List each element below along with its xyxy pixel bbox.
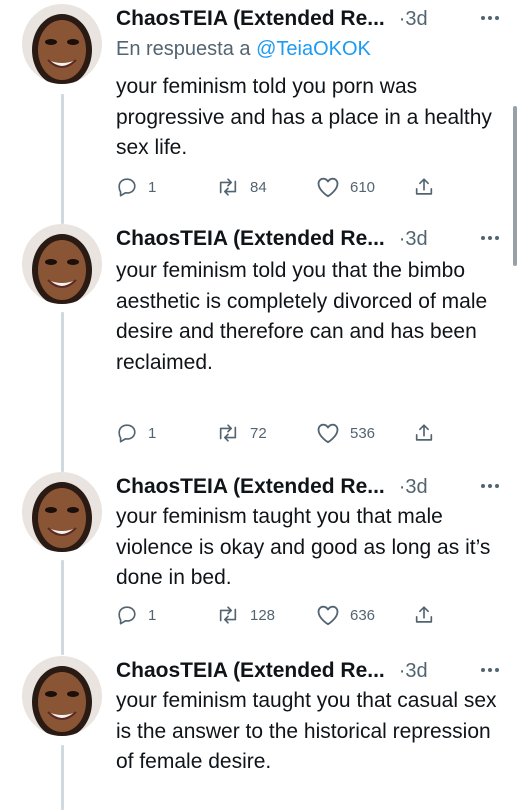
reply-context: En respuesta a @TeiaOKOK [116, 38, 371, 61]
tweet[interactable]: ChaosTEIA (Extended Re... ·3d your femin… [0, 472, 521, 656]
like-icon [316, 176, 340, 198]
tweet-thread: ChaosTEIA (Extended Re... ·3d En respues… [0, 0, 521, 810]
retweet-icon [216, 604, 240, 626]
display-name[interactable]: ChaosTEIA (Extended Re... [116, 659, 385, 683]
avatar[interactable] [22, 656, 102, 736]
like-button[interactable]: 536 [316, 420, 375, 446]
reply-button[interactable]: 1 [116, 420, 156, 446]
tweet-header: ChaosTEIA (Extended Re... ·3d [116, 658, 516, 684]
more-icon[interactable] [478, 658, 502, 682]
like-button[interactable]: 636 [316, 602, 375, 628]
reply-handle-link[interactable]: @TeiaOKOK [256, 38, 371, 60]
retweet-count: 128 [250, 606, 276, 624]
reply-button[interactable]: 1 [116, 602, 156, 628]
retweet-button[interactable]: 72 [216, 420, 267, 446]
tweet-actions: 1 128 636 [116, 602, 456, 628]
more-icon[interactable] [478, 6, 502, 30]
reply-count: 1 [148, 424, 157, 442]
retweet-button[interactable]: 84 [216, 174, 267, 200]
retweet-count: 84 [250, 178, 267, 196]
timestamp[interactable]: ·3d [399, 228, 428, 251]
tweet-actions: 1 72 536 [116, 420, 456, 446]
share-button[interactable] [413, 420, 435, 446]
tweet-text: your feminism told you that the bimbo ae… [116, 259, 488, 374]
more-icon[interactable] [478, 474, 502, 498]
timestamp[interactable]: ·3d [399, 8, 428, 31]
more-icon[interactable] [478, 226, 502, 250]
reply-count: 1 [148, 178, 157, 196]
like-icon [316, 604, 340, 626]
tweet[interactable]: ChaosTEIA (Extended Re... ·3d your femin… [0, 656, 521, 810]
tweet-header: ChaosTEIA (Extended Re... ·3d [116, 226, 516, 252]
like-icon [316, 422, 340, 444]
tweet[interactable]: ChaosTEIA (Extended Re... ·3d your femin… [0, 224, 521, 474]
reply-button[interactable]: 1 [116, 174, 156, 200]
tweet-text: your feminism taught you that casual sex… [116, 689, 497, 773]
reply-icon [116, 422, 138, 444]
timestamp[interactable]: ·3d [399, 660, 428, 683]
display-name[interactable]: ChaosTEIA (Extended Re... [116, 475, 385, 499]
tweet-text: your feminism taught you that male viole… [116, 505, 491, 589]
avatar[interactable] [22, 224, 102, 304]
share-button[interactable] [413, 174, 435, 200]
like-count: 536 [350, 424, 376, 442]
share-icon [413, 604, 435, 626]
like-count: 636 [350, 606, 376, 624]
display-name[interactable]: ChaosTEIA (Extended Re... [116, 227, 385, 251]
timestamp[interactable]: ·3d [399, 476, 428, 499]
avatar[interactable] [22, 4, 102, 84]
reply-icon [116, 604, 138, 626]
reply-prefix: En respuesta a [116, 38, 251, 60]
share-icon [413, 422, 435, 444]
tweet-header: ChaosTEIA (Extended Re... ·3d [116, 474, 516, 500]
share-icon [413, 176, 435, 198]
retweet-button[interactable]: 128 [216, 602, 275, 628]
reply-icon [116, 176, 138, 198]
tweet-text: your feminism told you porn was progress… [116, 75, 492, 159]
reply-count: 1 [148, 606, 157, 624]
retweet-count: 72 [250, 424, 267, 442]
display-name[interactable]: ChaosTEIA (Extended Re... [116, 7, 385, 31]
like-count: 610 [350, 178, 376, 196]
share-button[interactable] [413, 602, 435, 628]
tweet[interactable]: ChaosTEIA (Extended Re... ·3d En respues… [0, 4, 521, 224]
retweet-icon [216, 176, 240, 198]
avatar[interactable] [22, 472, 102, 552]
tweet-actions: 1 84 610 [116, 174, 456, 200]
retweet-icon [216, 422, 240, 444]
tweet-header: ChaosTEIA (Extended Re... ·3d [116, 6, 516, 32]
like-button[interactable]: 610 [316, 174, 375, 200]
scrollbar[interactable] [513, 106, 517, 266]
